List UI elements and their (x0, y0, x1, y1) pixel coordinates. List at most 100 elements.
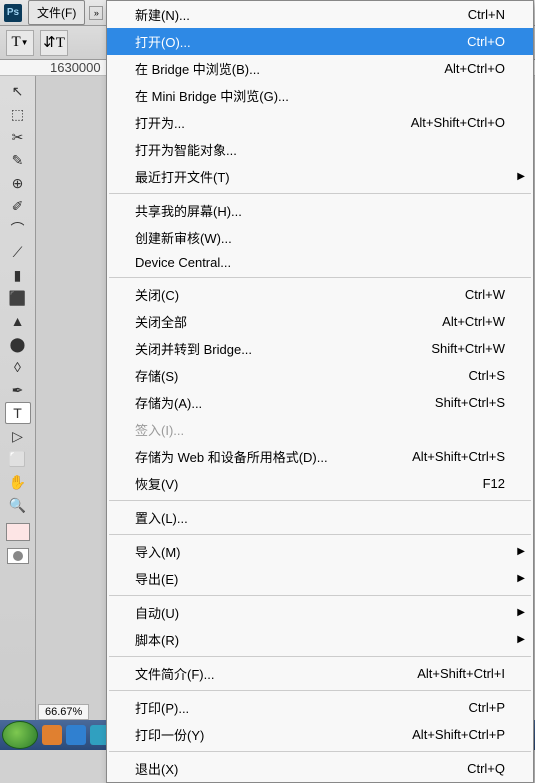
menu-item-label: 打印(P)... (135, 698, 469, 717)
menu-item-shortcut: Shift+Ctrl+S (435, 395, 505, 410)
menu-item[interactable]: 存储为(A)...Shift+Ctrl+S (107, 389, 533, 416)
tool-16[interactable]: ⬜ (5, 448, 31, 470)
menu-item-shortcut: Alt+Shift+Ctrl+P (412, 727, 505, 742)
menu-separator (109, 500, 531, 501)
menu-separator (109, 277, 531, 278)
tool-1[interactable]: ⬚ (5, 103, 31, 125)
submenu-arrow-icon: ▶ (517, 171, 525, 182)
menu-item[interactable]: 关闭(C)Ctrl+W (107, 281, 533, 308)
task-icon[interactable] (66, 725, 86, 745)
ps-logo: Ps (4, 4, 22, 22)
menu-item[interactable]: 自动(U)▶ (107, 599, 533, 626)
menu-item[interactable]: 退出(X)Ctrl+Q (107, 755, 533, 782)
submenu-arrow-icon: ▶ (517, 607, 525, 618)
menu-item-shortcut: Ctrl+O (467, 34, 505, 49)
menu-item[interactable]: Device Central... (107, 251, 533, 274)
tool-11[interactable]: ⬤ (5, 333, 31, 355)
menu-item-label: 脚本(R) (135, 630, 505, 649)
menu-separator (109, 595, 531, 596)
menu-item-label: 打开(O)... (135, 32, 467, 51)
menu-item-label: 存储为 Web 和设备所用格式(D)... (135, 447, 412, 466)
tool-3[interactable]: ✎ (5, 149, 31, 171)
menu-item-shortcut: Alt+Shift+Ctrl+O (411, 115, 505, 130)
menu-item[interactable]: 在 Bridge 中浏览(B)...Alt+Ctrl+O (107, 55, 533, 82)
menu-item[interactable]: 文件简介(F)...Alt+Shift+Ctrl+I (107, 660, 533, 687)
menu-item[interactable]: 打印(P)...Ctrl+P (107, 694, 533, 721)
menu-item-label: 新建(N)... (135, 5, 468, 24)
menu-item-shortcut: Alt+Shift+Ctrl+I (417, 666, 505, 681)
file-dropdown-menu: 新建(N)...Ctrl+N打开(O)...Ctrl+O在 Bridge 中浏览… (106, 0, 534, 783)
tool-4[interactable]: ⊕ (5, 172, 31, 194)
menu-item-label: 签入(I)... (135, 420, 505, 439)
tool-2[interactable]: ✂ (5, 126, 31, 148)
menu-item[interactable]: 存储为 Web 和设备所用格式(D)...Alt+Shift+Ctrl+S (107, 443, 533, 470)
menu-item[interactable]: 打开(O)...Ctrl+O (107, 28, 533, 55)
menu-item-label: 打开为智能对象... (135, 140, 505, 159)
menu-item[interactable]: 创建新审核(W)... (107, 224, 533, 251)
menu-item-label: 在 Mini Bridge 中浏览(G)... (135, 86, 505, 105)
menu-item[interactable]: 关闭并转到 Bridge...Shift+Ctrl+W (107, 335, 533, 362)
tool-13[interactable]: ✒ (5, 379, 31, 401)
menu-item[interactable]: 打开为智能对象... (107, 136, 533, 163)
menu-item-label: 退出(X) (135, 759, 467, 778)
menu-separator (109, 193, 531, 194)
tool-5[interactable]: ✐ (5, 195, 31, 217)
zoom-level[interactable]: 66.67% (38, 704, 89, 720)
menu-item-shortcut: Ctrl+P (469, 700, 505, 715)
tool-17[interactable]: ✋ (5, 471, 31, 493)
tool-12[interactable]: ◊ (5, 356, 31, 378)
tool-7[interactable]: ⟋ (5, 241, 31, 263)
menu-item-shortcut: Alt+Ctrl+W (442, 314, 505, 329)
orientation-toggle[interactable]: ⇵T (40, 30, 68, 56)
menu-item[interactable]: 在 Mini Bridge 中浏览(G)... (107, 82, 533, 109)
tool-14[interactable]: T (5, 402, 31, 424)
menu-item: 签入(I)... (107, 416, 533, 443)
menu-item[interactable]: 存储(S)Ctrl+S (107, 362, 533, 389)
menu-item-label: 恢复(V) (135, 474, 483, 493)
menu-separator (109, 534, 531, 535)
quickmask-toggle[interactable] (7, 548, 29, 564)
menu-item[interactable]: 脚本(R) ▶ (107, 626, 533, 653)
menu-item[interactable]: 导入(M) ▶ (107, 538, 533, 565)
task-icon[interactable] (42, 725, 62, 745)
menu-item-label: 导入(M) (135, 542, 505, 561)
menu-item[interactable]: 关闭全部Alt+Ctrl+W (107, 308, 533, 335)
menu-item[interactable]: 导出(E)▶ (107, 565, 533, 592)
menu-item[interactable]: 共享我的屏幕(H)... (107, 197, 533, 224)
menu-item[interactable]: 最近打开文件(T)▶ (107, 163, 533, 190)
tool-15[interactable]: ▷ (5, 425, 31, 447)
menu-item-label: 存储为(A)... (135, 393, 435, 412)
color-swatch[interactable] (6, 523, 30, 541)
menu-separator (109, 656, 531, 657)
type-tool-preset[interactable]: T ▼ (6, 30, 34, 56)
menu-separator (109, 751, 531, 752)
tool-0[interactable]: ↖ (5, 80, 31, 102)
submenu-arrow-icon: ▶ (517, 546, 525, 557)
menu-item-label: 创建新审核(W)... (135, 228, 505, 247)
menu-item-shortcut: Ctrl+Q (467, 761, 505, 776)
tool-18[interactable]: 🔍 (5, 494, 31, 516)
menu-item-label: 在 Bridge 中浏览(B)... (135, 59, 444, 78)
start-button[interactable] (2, 721, 38, 749)
expand-icon[interactable]: » (89, 6, 103, 20)
tool-6[interactable]: ⌒ (5, 218, 31, 240)
menu-item-label: 关闭全部 (135, 312, 442, 331)
tool-8[interactable]: ▮ (5, 264, 31, 286)
menu-item[interactable]: 置入(L)... (107, 504, 533, 531)
menu-item-label: 导出(E) (135, 569, 505, 588)
menu-item[interactable]: 新建(N)...Ctrl+N (107, 1, 533, 28)
tool-9[interactable]: ⬛ (5, 287, 31, 309)
menu-item[interactable]: 打印一份(Y)Alt+Shift+Ctrl+P (107, 721, 533, 748)
menu-item-shortcut: Shift+Ctrl+W (431, 341, 505, 356)
menu-item-shortcut: F12 (483, 476, 505, 491)
file-menu-tab[interactable]: 文件(F) (28, 0, 85, 25)
submenu-arrow-icon: ▶ (517, 634, 525, 645)
menu-item-label: 存储(S) (135, 366, 469, 385)
menu-item-shortcut: Alt+Ctrl+O (444, 61, 505, 76)
tool-10[interactable]: ▲ (5, 310, 31, 332)
menu-item-shortcut: Ctrl+W (465, 287, 505, 302)
menu-item[interactable]: 恢复(V)F12 (107, 470, 533, 497)
menu-item-label: 打印一份(Y) (135, 725, 412, 744)
toolbox: ↖⬚✂✎⊕✐⌒⟋▮⬛▲⬤◊✒T▷⬜✋🔍 (0, 76, 36, 720)
menu-item[interactable]: 打开为...Alt+Shift+Ctrl+O (107, 109, 533, 136)
